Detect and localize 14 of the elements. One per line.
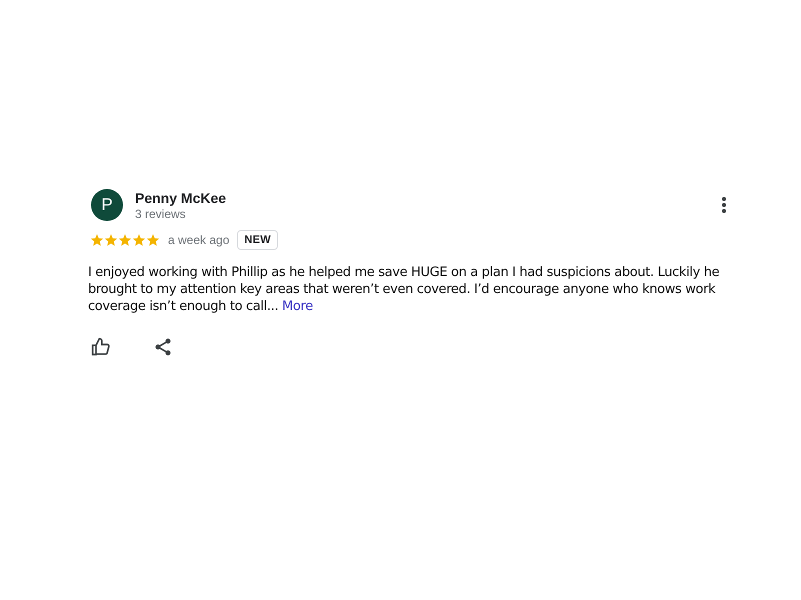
- share-icon[interactable]: [153, 337, 173, 357]
- star-icon: [146, 233, 160, 247]
- avatar: P: [91, 189, 123, 221]
- star-icon: [118, 233, 132, 247]
- star-icon: [104, 233, 118, 247]
- star-icon: [90, 233, 104, 247]
- new-badge: NEW: [237, 230, 278, 250]
- like-icon[interactable]: [91, 337, 111, 357]
- author-name: Penny McKee: [135, 190, 228, 206]
- star-icon: [132, 233, 146, 247]
- review-text: I enjoyed working with Phillip as he helped me save HUGE on a plan I had suspicions about. Luckily he brought to my attention key areas that weren’t even covered. I’d encourage anyone who knows work coverage isn’t enough to call... More: [88, 264, 720, 315]
- review-count: 3 reviews: [135, 206, 187, 220]
- review-time: a week ago: [168, 233, 230, 247]
- more-link[interactable]: More: [282, 299, 313, 314]
